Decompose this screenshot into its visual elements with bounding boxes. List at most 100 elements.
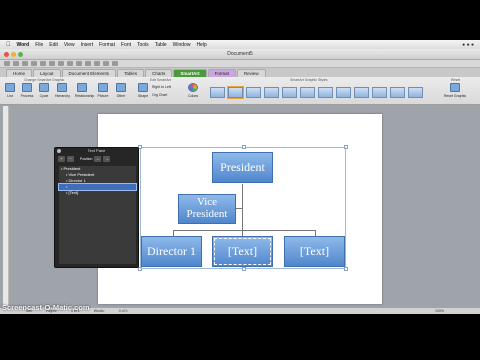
menu-view[interactable]: View	[64, 42, 75, 48]
document-title: Document5	[227, 51, 253, 57]
menu-format[interactable]: Format	[99, 42, 115, 48]
menu-table[interactable]: Table	[155, 42, 167, 48]
shape-button[interactable]: Shape	[136, 83, 150, 103]
new-icon[interactable]	[4, 61, 10, 66]
tab-charts[interactable]: Charts	[145, 69, 173, 77]
tab-format[interactable]: Format	[207, 69, 236, 77]
tab-review[interactable]: Review	[236, 69, 266, 77]
colors-label: Colors	[187, 94, 199, 98]
node-president[interactable]: President	[212, 152, 273, 183]
hierarchy-button[interactable]: Hierarchy	[55, 83, 70, 103]
style-thumb-2[interactable]	[227, 85, 244, 99]
menu-file[interactable]: File	[35, 42, 43, 48]
letterbox-bottom	[0, 314, 480, 360]
resize-handle[interactable]	[138, 267, 142, 271]
tab-home[interactable]: Home	[6, 69, 33, 77]
style-thumb-3[interactable]	[246, 86, 261, 98]
tab-layout[interactable]: Layout	[33, 69, 61, 77]
apple-icon[interactable]: 	[6, 42, 11, 48]
text-pane-header: Text Pane	[55, 148, 138, 154]
node-text-placeholder[interactable]: [Text]	[212, 236, 273, 267]
remove-bullet-button[interactable]: −	[67, 156, 74, 162]
other-button[interactable]: Other	[114, 83, 128, 103]
zoom-level[interactable]: 100%	[435, 309, 480, 313]
text-pane[interactable]: Text Pane + − Position ← → • President •…	[54, 147, 139, 268]
menu-app-name[interactable]: Word	[17, 42, 30, 48]
letterbox-top	[0, 0, 480, 40]
open-icon[interactable]	[13, 61, 19, 66]
other-label: Other	[116, 94, 126, 98]
node-director-1[interactable]: Director 1	[141, 236, 202, 267]
relationship-label: Relationship	[75, 94, 95, 98]
outline-item-text: Vice President	[68, 172, 95, 177]
cycle-layout-icon	[39, 83, 49, 92]
style-thumb-6[interactable]	[300, 86, 315, 98]
promote-button[interactable]: ←	[94, 156, 102, 162]
resize-handle[interactable]	[344, 145, 348, 149]
columns-icon[interactable]	[76, 61, 82, 66]
other-layout-icon	[116, 83, 126, 92]
style-thumb-4[interactable]	[264, 86, 279, 98]
outline-item-text: [Text]	[68, 190, 79, 195]
smartart-ribbon: Change SmartArt Graphic Edit SmartArt Sm…	[0, 77, 480, 105]
close-icon[interactable]	[57, 149, 61, 153]
add-bullet-button[interactable]: +	[58, 156, 65, 162]
outline-item-text: President	[63, 166, 81, 171]
resize-handle[interactable]	[242, 267, 246, 271]
reset-graphic-label: Reset Graphic	[443, 94, 467, 98]
org-chart-label[interactable]: Org Chart	[152, 93, 182, 97]
style-thumb-8[interactable]	[336, 86, 351, 98]
zoom-icon[interactable]	[103, 61, 109, 66]
style-thumb-5[interactable]	[282, 86, 297, 98]
menu-font[interactable]: Font	[121, 42, 131, 48]
style-thumb-1[interactable]	[210, 86, 225, 98]
style-thumb-10[interactable]	[372, 86, 387, 98]
connector-line	[242, 184, 243, 236]
process-button[interactable]: Process	[20, 83, 34, 103]
table-icon[interactable]	[67, 61, 73, 66]
process-label: Process	[20, 94, 34, 98]
relationship-button[interactable]: Relationship	[75, 83, 95, 103]
tab-smartart[interactable]: SmartArt	[173, 69, 207, 77]
style-thumb-7[interactable]	[318, 86, 333, 98]
cycle-button[interactable]: Cycle	[37, 83, 51, 103]
demote-button[interactable]: →	[103, 156, 111, 162]
print-icon[interactable]	[31, 61, 37, 66]
vertical-ruler	[3, 106, 9, 306]
outline-item[interactable]: • [Text]	[59, 190, 136, 196]
menu-status-icons: ● ● ●	[462, 41, 474, 48]
menu-window[interactable]: Window	[173, 42, 191, 48]
style-thumb-9[interactable]	[354, 86, 369, 98]
cycle-label: Cycle	[39, 94, 49, 98]
colors-button[interactable]: Colors	[186, 83, 200, 103]
reset-graphic-button[interactable]: Reset Graphic	[441, 83, 469, 103]
help-icon[interactable]	[112, 61, 118, 66]
menu-help[interactable]: Help	[196, 42, 206, 48]
text-pane-outline[interactable]: • President • Vice President • Director …	[58, 166, 137, 264]
menu-edit[interactable]: Edit	[49, 42, 58, 48]
undo-icon[interactable]	[40, 61, 46, 66]
redo-icon[interactable]	[49, 61, 55, 66]
status-words-value: 0 of 0	[118, 309, 128, 313]
list-button[interactable]: List	[3, 83, 17, 103]
resize-handle[interactable]	[242, 145, 246, 149]
window-title-bar: Document5	[0, 49, 480, 60]
resize-handle[interactable]	[344, 267, 348, 271]
text-pane-title: Text Pane	[87, 148, 106, 153]
process-layout-icon	[22, 83, 32, 92]
menu-tools[interactable]: Tools	[137, 42, 149, 48]
node-vice-president[interactable]: Vice President	[178, 194, 236, 224]
style-thumb-11[interactable]	[390, 86, 405, 98]
sidebar-icon[interactable]	[85, 61, 91, 66]
picture-button[interactable]: Picture	[96, 83, 110, 103]
tab-tables[interactable]: Tables	[117, 69, 145, 77]
group-title-change-graphic: Change SmartArt Graphic	[24, 78, 65, 82]
tab-document-elements[interactable]: Document Elements	[61, 69, 117, 77]
media-icon[interactable]	[94, 61, 100, 66]
format-painter-icon[interactable]	[58, 61, 64, 66]
right-to-left-button[interactable]: Right to Left Org Chart	[152, 83, 182, 103]
style-thumb-12[interactable]	[408, 86, 423, 98]
save-icon[interactable]	[22, 61, 28, 66]
menu-insert[interactable]: Insert	[81, 42, 94, 48]
node-text-placeholder[interactable]: [Text]	[284, 236, 345, 267]
